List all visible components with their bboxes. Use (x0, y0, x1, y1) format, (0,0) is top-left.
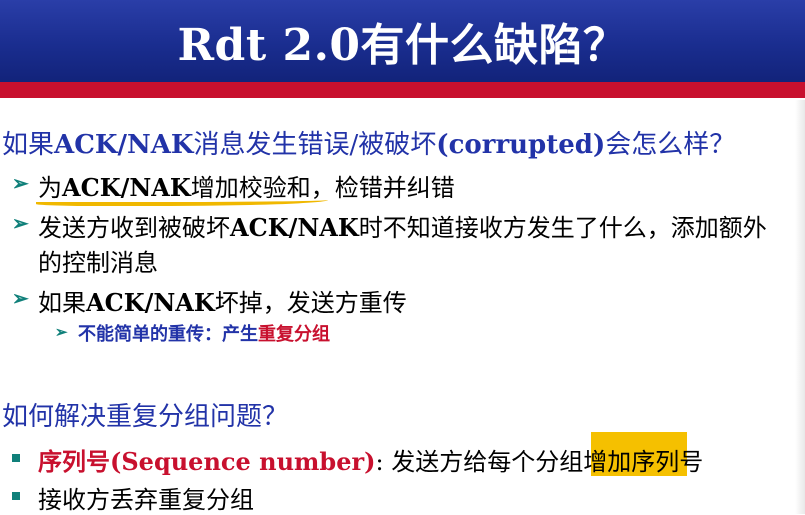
sub-list-item: ➢ 不能简单的重传：产生重复分组 (55, 323, 330, 345)
square-bullet-icon (12, 454, 20, 462)
title-bar: Rdt 2.0有什么缺陷？ (0, 0, 805, 82)
arrow-bullet-icon: ➢ (12, 286, 29, 310)
list-item: ➢ 为ACK/NAK增加校验和，检错并纠错 (12, 171, 455, 202)
question-2: 如何解决重复分组问题？ (2, 402, 289, 432)
window-edge-shadow (795, 100, 805, 514)
list-item: ➢ 如果ACK/NAK坏掉，发送方重传 (12, 286, 407, 317)
title-divider (0, 82, 805, 98)
question-1: 如果ACK/NAK消息发生错误/被破坏(corrupted)会怎么样？ (2, 130, 736, 160)
arrow-bullet-icon: ➢ (12, 171, 29, 195)
list-item: ➢ 发送方收到被破坏ACK/NAK时不知道接收方发生了什么，添加额外 的控制消息 (12, 211, 767, 277)
arrow-bullet-icon: ➢ (55, 323, 68, 341)
list-item: 接收方丢弃重复分组 (0, 480, 805, 514)
list-item: 序列号(Sequence number): 发送方给每个分组增加序列号 (0, 442, 805, 476)
square-bullet-icon (12, 492, 20, 500)
slide-title: Rdt 2.0有什么缺陷？ (177, 20, 628, 71)
arrow-bullet-icon: ➢ (12, 211, 29, 235)
